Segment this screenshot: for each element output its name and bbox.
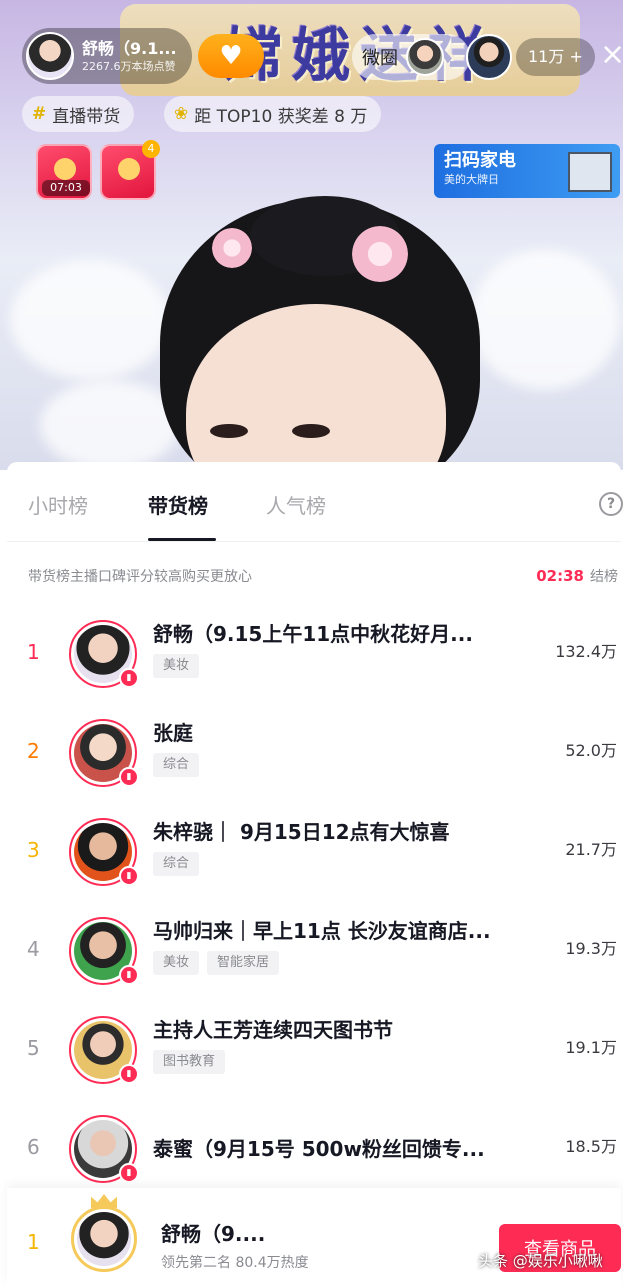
heat-value: 19.1万: [565, 1038, 617, 1057]
ranking-row[interactable]: 2 ▮ 张庭 综合 52.0万: [7, 711, 621, 807]
lead-info: 领先第二名 80.4万热度: [161, 1255, 309, 1271]
rank-number: 5: [27, 1036, 40, 1060]
host-avatar[interactable]: [26, 32, 74, 80]
hair-flower: [212, 228, 252, 268]
red-packet[interactable]: 4: [100, 140, 160, 200]
streamer-name: 张庭: [153, 721, 193, 745]
host-name: 舒畅（9.1...: [82, 38, 177, 58]
red-packet-icon: [118, 158, 140, 180]
live-badge-icon: ▮: [119, 1163, 139, 1183]
ranking-row[interactable]: 3 ▮ 朱梓骁｜ 9月15日12点有大惊喜 综合 21.7万: [7, 810, 621, 906]
live-selling-label: 直播带货: [52, 106, 121, 127]
ranking-row[interactable]: 5 ▮ 主持人王芳连续四天图书节 图书教育 19.1万: [7, 1008, 621, 1104]
weiquan-avatar: [406, 38, 444, 76]
trophy-icon: ❀: [174, 104, 189, 124]
red-packet-badge: 4: [142, 140, 160, 158]
red-packet-icon: [54, 158, 76, 180]
rank-number: 1: [27, 640, 40, 664]
tag-list: 美妆: [153, 654, 200, 678]
live-stream-view: 嫦娥送祥 舒畅（9.1... 2267.6万本场点赞 ♥ 微圈 11万 + × …: [0, 0, 623, 470]
cloud-decoration: [10, 260, 170, 380]
watermark: 头条 @娱乐小啾啾: [478, 1252, 603, 1270]
cloud-decoration: [40, 380, 180, 470]
ranking-note: 带货榜主播口碑评分较高购买更放心: [28, 569, 252, 585]
category-tag: 综合: [153, 753, 200, 777]
follow-button[interactable]: ♥: [198, 34, 264, 78]
category-tag: 智能家居: [207, 951, 280, 975]
end-label: 结榜: [590, 569, 618, 585]
viewer-count[interactable]: 11万 +: [516, 38, 595, 76]
tab-sales[interactable]: 带货榜: [148, 490, 208, 519]
viewer-avatar[interactable]: [466, 34, 512, 80]
help-icon[interactable]: ?: [599, 492, 623, 516]
ranking-row[interactable]: 1 ▮ 舒畅（9.15上午11点中秋花好月... 美妆 132.4万: [7, 612, 621, 708]
tag-list: 综合: [153, 753, 200, 777]
live-badge-icon: ▮: [119, 1064, 139, 1084]
streamer-name: 马帅归来｜早上11点 长沙友谊商店...: [153, 919, 491, 943]
top10-label: 距 TOP10 获奖差 8 万: [194, 106, 368, 127]
heat-value: 18.5万: [565, 1137, 617, 1156]
rank-number: 4: [27, 937, 40, 961]
countdown-group: 02:38 结榜: [536, 566, 618, 586]
live-selling-chip[interactable]: # 直播带货: [22, 96, 135, 132]
close-icon[interactable]: ×: [600, 40, 623, 70]
heat-value: 132.4万: [555, 642, 617, 661]
current-rank-number: 1: [27, 1230, 40, 1254]
heat-value: 21.7万: [565, 840, 617, 859]
rank-number: 6: [27, 1135, 40, 1159]
category-tag: 美妆: [153, 951, 200, 975]
heart-plus-icon: ♥: [219, 41, 243, 71]
host-info[interactable]: 舒畅（9.1... 2267.6万本场点赞: [22, 28, 192, 84]
host-likes: 2267.6万本场点赞: [82, 59, 176, 73]
tab-popularity[interactable]: 人气榜: [266, 490, 326, 519]
ad-card[interactable]: 扫码家电 美的大牌日: [434, 144, 620, 198]
category-tag: 美妆: [153, 654, 200, 678]
hair-flower: [352, 226, 408, 282]
streamer-name: 泰蜜（9月15号 500w粉丝回馈专...: [153, 1137, 485, 1161]
ranking-subheader: 带货榜主播口碑评分较高购买更放心 02:38 结榜: [28, 566, 618, 586]
top10-chip[interactable]: ❀ 距 TOP10 获奖差 8 万: [164, 96, 382, 132]
countdown-timer: 02:38: [536, 567, 584, 585]
current-streamer-name: 舒畅（9....: [161, 1222, 266, 1246]
ranking-sheet: 小时榜 带货榜 人气榜 ? 带货榜主播口碑评分较高购买更放心 02:38 结榜 1…: [7, 462, 623, 1285]
live-badge-icon: ▮: [119, 668, 139, 688]
live-badge-icon: ▮: [119, 965, 139, 985]
performer-eye: [292, 424, 330, 438]
red-packet-timed[interactable]: 07:03: [36, 144, 92, 200]
host-text: 舒畅（9.1... 2267.6万本场点赞: [82, 39, 177, 74]
tag-list: 综合: [153, 852, 200, 876]
ranking-tabs: 小时榜 带货榜 人气榜 ?: [7, 462, 623, 542]
tab-hourly[interactable]: 小时榜: [28, 490, 88, 519]
dishwasher-icon: [568, 152, 612, 192]
tag-list: 美妆 智能家居: [153, 951, 280, 975]
weiquan-button[interactable]: 微圈: [352, 34, 470, 80]
weiquan-label: 微圈: [362, 48, 398, 69]
cloud-decoration: [470, 250, 620, 390]
streamer-name: 舒畅（9.15上午11点中秋花好月...: [153, 622, 473, 646]
active-tab-indicator: [148, 538, 216, 541]
performer-eye: [210, 424, 248, 438]
streamer-name: 朱梓骁｜ 9月15日12点有大惊喜: [153, 820, 450, 844]
red-packet-timer: 07:03: [42, 180, 90, 196]
current-streamer-avatar[interactable]: [71, 1206, 137, 1272]
streamer-name: 主持人王芳连续四天图书节: [153, 1018, 393, 1042]
category-tag: 综合: [153, 852, 200, 876]
category-tag: 图书教育: [153, 1050, 226, 1074]
hashtag-icon: #: [32, 104, 47, 124]
heat-value: 52.0万: [565, 741, 617, 760]
live-badge-icon: ▮: [119, 767, 139, 787]
rank-number: 2: [27, 739, 40, 763]
live-badge-icon: ▮: [119, 866, 139, 886]
rank-number: 3: [27, 838, 40, 862]
ranking-row[interactable]: 4 ▮ 马帅归来｜早上11点 长沙友谊商店... 美妆 智能家居 19.3万: [7, 909, 621, 1005]
tag-list: 图书教育: [153, 1050, 226, 1074]
heat-value: 19.3万: [565, 939, 617, 958]
